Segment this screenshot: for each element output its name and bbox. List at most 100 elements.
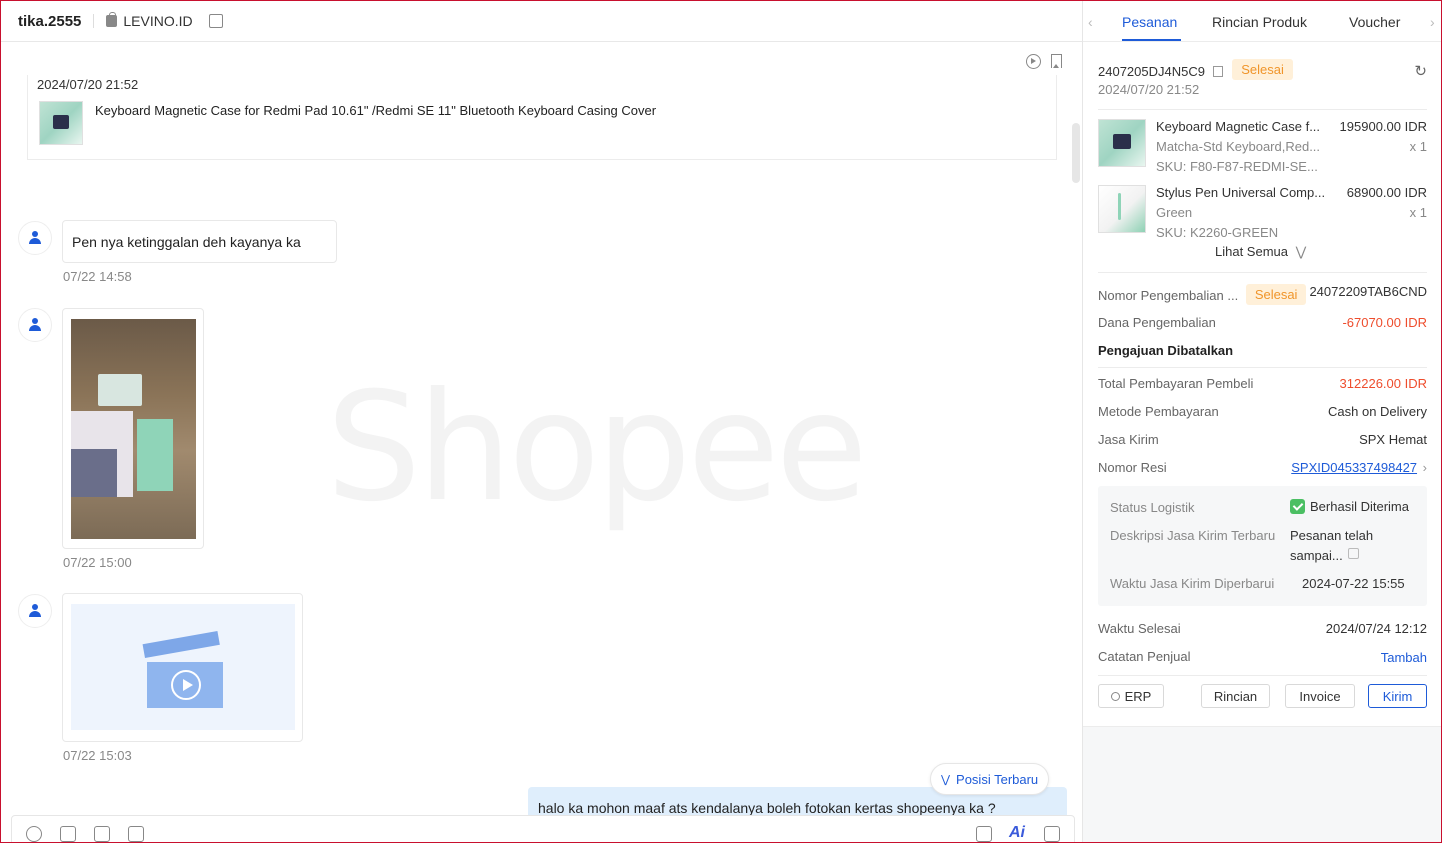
- image-upload-icon[interactable]: [60, 826, 76, 842]
- product-thumbnail: [1098, 119, 1146, 167]
- erp-button-label: ERP: [1124, 688, 1152, 704]
- see-all-link[interactable]: Lihat Semua ⋁: [1215, 244, 1306, 260]
- erp-icon: [1110, 691, 1120, 701]
- latest-position-label: Posisi Terbaru: [956, 771, 1039, 787]
- clapper-top: [142, 631, 220, 658]
- tracking-row: Nomor Resi SPXID045337498427 ›: [1098, 460, 1427, 475]
- latest-position-button[interactable]: ⋁ Posisi Terbaru: [930, 763, 1050, 795]
- copy-icon[interactable]: [1212, 66, 1223, 77]
- share-icon[interactable]: [208, 14, 223, 28]
- refresh-icon[interactable]: ↻: [1414, 62, 1427, 80]
- finished-time-row: Waktu Selesai 2024/07/24 12:12: [1098, 621, 1427, 636]
- buyer-username[interactable]: tika.2555: [18, 13, 81, 30]
- quick-reply-icon[interactable]: [976, 826, 992, 842]
- divider: [1098, 109, 1427, 110]
- shop-tag[interactable]: LEVINO.ID: [106, 12, 193, 29]
- tab-rincian-produk[interactable]: Rincian Produk: [1212, 14, 1307, 30]
- courier-description-line1: Pesanan telah: [1290, 528, 1374, 543]
- product-card-icon[interactable]: [128, 826, 144, 842]
- see-all-label: Lihat Semua: [1215, 244, 1288, 259]
- image-message[interactable]: [62, 308, 204, 549]
- chat-window: tika.2555 LEVINO.ID 2024/07/20 21:52 Key…: [1, 1, 1082, 842]
- copy-icon[interactable]: [1348, 548, 1359, 559]
- product-thumbnail: [39, 101, 83, 145]
- product-sku: SKU: K2260-GREEN: [1156, 225, 1279, 240]
- message-input-toolbar[interactable]: Ai: [11, 815, 1075, 842]
- message-bubble: Pen nya ketinggalan deh kayanya ka: [62, 220, 337, 263]
- erp-button[interactable]: ERP: [1098, 684, 1164, 708]
- add-note-link[interactable]: Tambah: [1381, 650, 1427, 665]
- message-time: 07/22 15:00: [63, 555, 132, 570]
- finished-time-value: 2024/07/24 12:12: [1325, 621, 1427, 636]
- tab-voucher[interactable]: Voucher: [1349, 14, 1400, 30]
- video-upload-icon[interactable]: [94, 826, 110, 842]
- panel-tabs: ‹ Pesanan Rincian Produk Voucher ›: [1083, 1, 1441, 42]
- message-text: Pen nya ketinggalan deh kayanya ka: [72, 234, 301, 250]
- photo-attachment[interactable]: [71, 319, 196, 539]
- bookmark-icon[interactable]: [1051, 54, 1062, 68]
- product-variant: Matcha-Std Keyboard,Red...: [1156, 139, 1321, 154]
- payment-method-row: Metode Pembayaran Cash on Delivery: [1098, 404, 1427, 419]
- message-time: 07/22 15:03: [63, 748, 132, 763]
- order-side-panel: ‹ Pesanan Rincian Produk Voucher › 24072…: [1082, 1, 1441, 842]
- tab-pesanan[interactable]: Pesanan: [1122, 14, 1177, 30]
- person-icon: [28, 318, 42, 332]
- product-sku: SKU: F80-F87-REDMI-SE...: [1156, 159, 1318, 174]
- order-product-item[interactable]: Keyboard Magnetic Case f... Matcha-Std K…: [1098, 119, 1427, 181]
- order-id-row: 2407205DJ4N5C9 Selesai ↻: [1098, 59, 1427, 82]
- video-attachment[interactable]: [71, 604, 295, 730]
- courier-row: Jasa Kirim SPX Hemat: [1098, 432, 1427, 447]
- photo-detail: [137, 419, 173, 491]
- check-icon: [1290, 499, 1305, 514]
- total-payment-value: 312226.00 IDR: [1339, 376, 1427, 391]
- seller-note-label: Catatan Penjual: [1098, 649, 1191, 664]
- tracking-label: Nomor Resi: [1098, 460, 1167, 475]
- logistics-status-value: Berhasil Diterima: [1310, 499, 1409, 514]
- product-quantity: x 1: [1409, 139, 1427, 154]
- video-clapperboard-icon: [142, 631, 223, 708]
- ai-assistant-icon[interactable]: Ai: [1009, 824, 1025, 842]
- payment-method-value: Cash on Delivery: [1328, 404, 1427, 419]
- send-order-button[interactable]: Kirim: [1368, 684, 1427, 708]
- product-variant: Green: [1156, 205, 1193, 220]
- order-card[interactable]: 2024/07/20 21:52 Keyboard Magnetic Case …: [27, 75, 1057, 160]
- refund-value: -67070.00 IDR: [1342, 315, 1427, 330]
- double-chevron-down-icon: ⋁: [941, 773, 951, 786]
- order-product-item[interactable]: Stylus Pen Universal Comp... Green SKU: …: [1098, 185, 1427, 247]
- buyer-avatar: [18, 594, 52, 628]
- return-number-label: Nomor Pengembalian ...: [1098, 288, 1239, 303]
- divider: [1098, 272, 1427, 273]
- more-options-icon[interactable]: [1044, 826, 1060, 842]
- courier-value: SPX Hemat: [1359, 432, 1427, 447]
- tab-scroll-left-icon[interactable]: ‹: [1088, 14, 1093, 30]
- tracking-number[interactable]: SPXID045337498427: [1291, 460, 1417, 475]
- person-icon: [28, 231, 42, 245]
- emoji-icon[interactable]: [26, 826, 42, 842]
- chevron-right-icon: ›: [1422, 460, 1427, 475]
- video-message[interactable]: [62, 593, 303, 742]
- total-payment-label: Total Pembayaran Pembeli: [1098, 376, 1254, 391]
- invoice-button[interactable]: Invoice: [1285, 684, 1355, 708]
- active-tab-indicator: [1122, 39, 1181, 41]
- cancelled-request-title: Pengajuan Dibatalkan: [1098, 343, 1234, 358]
- photo-detail: [71, 449, 117, 497]
- product-quantity: x 1: [1409, 205, 1427, 220]
- person-icon: [28, 604, 42, 618]
- photo-detail: [98, 374, 142, 406]
- chat-scrollbar[interactable]: [1072, 123, 1080, 183]
- logistics-status-label: Status Logistik: [1110, 500, 1195, 515]
- details-button[interactable]: Rincian: [1201, 684, 1270, 708]
- return-number: 24072209TAB6CND: [1309, 284, 1427, 299]
- logistics-status: Berhasil Diterima: [1290, 499, 1409, 514]
- tab-scroll-right-icon[interactable]: ›: [1430, 14, 1435, 30]
- product-name: Stylus Pen Universal Comp...: [1156, 185, 1326, 200]
- product-thumbnail: [1098, 185, 1146, 233]
- courier-updated-label: Waktu Jasa Kirim Diperbarui: [1110, 576, 1275, 591]
- refund-label: Dana Pengembalian: [1098, 315, 1216, 330]
- divider: [1098, 675, 1427, 676]
- courier-updated-value: 2024-07-22 15:55: [1302, 576, 1405, 591]
- tracking-link[interactable]: SPXID045337498427 ›: [1291, 460, 1427, 475]
- chat-header: tika.2555 LEVINO.ID: [1, 1, 1082, 42]
- play-circle-icon[interactable]: [1026, 54, 1041, 69]
- order-id[interactable]: 2407205DJ4N5C9: [1098, 64, 1205, 79]
